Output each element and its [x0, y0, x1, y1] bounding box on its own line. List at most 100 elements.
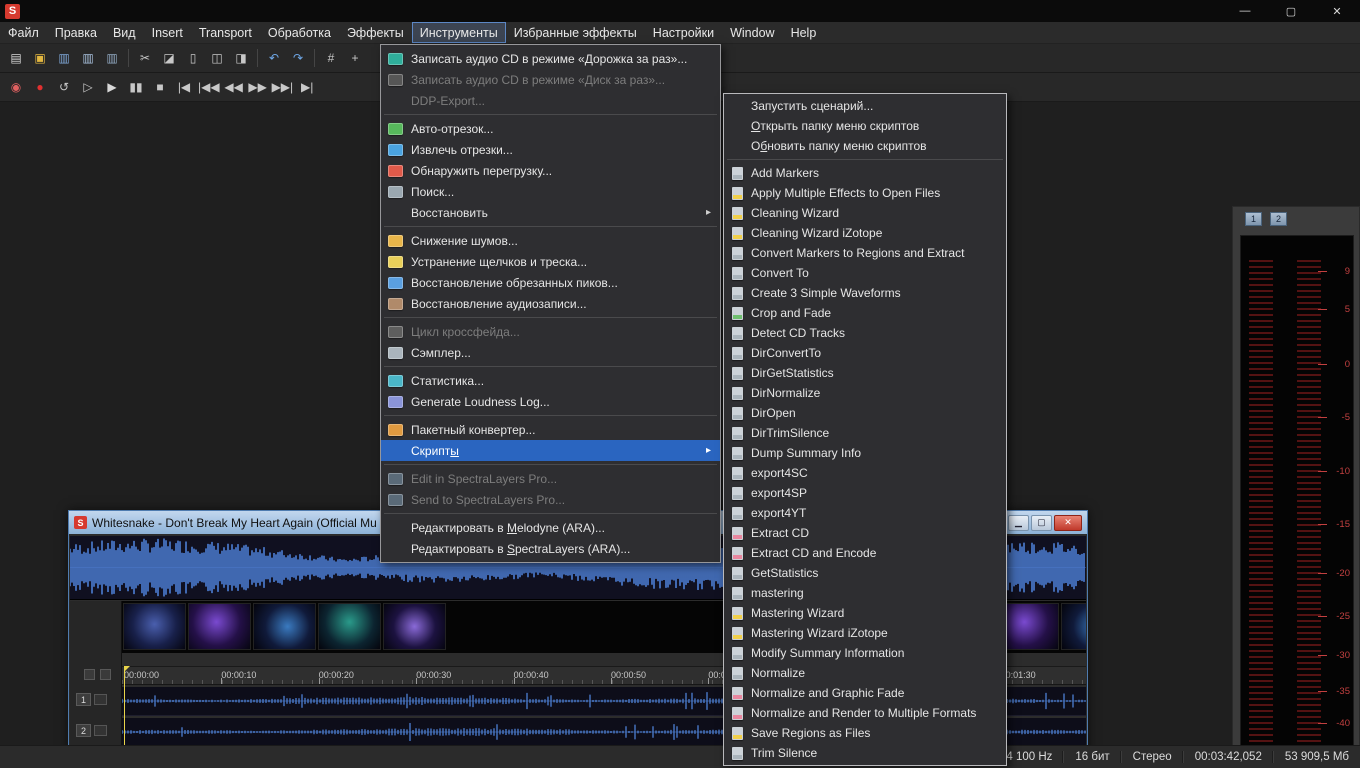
channel-2-mode-button[interactable] [94, 725, 107, 736]
menubar-item-6[interactable]: Эффекты [339, 22, 412, 43]
play-all-button[interactable]: ▷ [76, 76, 100, 98]
menubar-item-9[interactable]: Настройки [645, 22, 722, 43]
tools-menu-item-18[interactable]: Статистика... [381, 370, 720, 391]
script-item-15[interactable]: export4SC [724, 463, 1006, 483]
scripts-menu-action-1[interactable]: Открыть папку меню скриптов [724, 116, 1006, 136]
record-arm-button[interactable]: ◉ [4, 76, 28, 98]
script-item-25[interactable]: Normalize [724, 663, 1006, 683]
tools-menu-item-5[interactable]: Извлечь отрезки... [381, 139, 720, 160]
rewind-button[interactable]: ◀◀ [222, 76, 246, 98]
save-as-button[interactable]: ▥ [76, 47, 100, 69]
script-item-12[interactable]: DirOpen [724, 403, 1006, 423]
menubar-item-8[interactable]: Избранные эффекты [506, 22, 645, 43]
script-item-0[interactable]: Add Markers [724, 163, 1006, 183]
tools-menu-item-19[interactable]: Generate Loudness Log... [381, 391, 720, 412]
script-item-11[interactable]: DirNormalize [724, 383, 1006, 403]
tools-menu-item-24[interactable]: Edit in SpectraLayers Pro... [381, 468, 720, 489]
script-item-13[interactable]: DirTrimSilence [724, 423, 1006, 443]
tools-menu-item-22[interactable]: Скрипты▸ [381, 440, 720, 461]
menubar-item-4[interactable]: Transport [191, 22, 260, 43]
copy-button[interactable]: ◪ [157, 47, 181, 69]
event-tool-button[interactable]: + [343, 47, 367, 69]
menubar-item-11[interactable]: Help [783, 22, 825, 43]
script-item-10[interactable]: DirGetStatistics [724, 363, 1006, 383]
tools-menu-item-2[interactable]: DDP-Export... [381, 90, 720, 111]
render-as-button[interactable]: ▥ [100, 47, 124, 69]
go-to-end-button[interactable]: ▶| [295, 76, 319, 98]
script-item-26[interactable]: Normalize and Graphic Fade [724, 683, 1006, 703]
tools-menu-item-6[interactable]: Обнаружить перегрузку... [381, 160, 720, 181]
script-item-4[interactable]: Convert Markers to Regions and Extract [724, 243, 1006, 263]
new-file-button[interactable]: ▤ [4, 47, 28, 69]
script-item-8[interactable]: Detect CD Tracks [724, 323, 1006, 343]
script-item-2[interactable]: Cleaning Wizard [724, 203, 1006, 223]
script-item-1[interactable]: Apply Multiple Effects to Open Files [724, 183, 1006, 203]
minimize-button[interactable]: — [1222, 0, 1268, 22]
menubar-item-7[interactable]: Инструменты [412, 22, 506, 43]
script-item-18[interactable]: Extract CD [724, 523, 1006, 543]
menubar-item-3[interactable]: Insert [144, 22, 191, 43]
loop-playback-button[interactable]: ↺ [52, 76, 76, 98]
meter-body[interactable]: L R 950-5-10-15-20-25-30-35-40-50-70 [1240, 235, 1354, 768]
script-item-9[interactable]: DirConvertTo [724, 343, 1006, 363]
redo-button[interactable]: ↷ [286, 47, 310, 69]
tools-menu-item-21[interactable]: Пакетный конвертер... [381, 419, 720, 440]
script-item-17[interactable]: export4YT [724, 503, 1006, 523]
script-item-21[interactable]: mastering [724, 583, 1006, 603]
script-item-23[interactable]: Mastering Wizard iZotope [724, 623, 1006, 643]
script-item-20[interactable]: GetStatistics [724, 563, 1006, 583]
snap-grid-icon[interactable] [100, 669, 111, 680]
record-button[interactable]: ● [28, 76, 52, 98]
lock-icon[interactable] [84, 669, 95, 680]
go-to-start-button[interactable]: |◀ [172, 76, 196, 98]
script-item-24[interactable]: Modify Summary Information [724, 643, 1006, 663]
script-item-5[interactable]: Convert To [724, 263, 1006, 283]
meter-tab-2[interactable]: 2 [1270, 212, 1287, 226]
close-button[interactable]: ✕ [1314, 0, 1360, 22]
scripts-menu-action-0[interactable]: Запустить сценарий... [724, 96, 1006, 116]
doc-minimize-button[interactable]: ▁ [1008, 515, 1029, 531]
snap-button[interactable]: # [319, 47, 343, 69]
tools-menu-item-16[interactable]: Сэмплер... [381, 342, 720, 363]
forward-button[interactable]: ▶▶ [246, 76, 270, 98]
menubar-item-2[interactable]: Вид [105, 22, 144, 43]
script-item-29[interactable]: Trim Silence [724, 743, 1006, 763]
play-button[interactable]: ▶ [100, 76, 124, 98]
script-item-6[interactable]: Create 3 Simple Waveforms [724, 283, 1006, 303]
tools-menu-item-27[interactable]: Редактировать в Melodyne (ARA)... [381, 517, 720, 538]
tools-menu-item-10[interactable]: Снижение шумов... [381, 230, 720, 251]
undo-button[interactable]: ↶ [262, 47, 286, 69]
tools-menu-item-0[interactable]: Записать аудио CD в режиме «Дорожка за р… [381, 48, 720, 69]
tools-menu-item-11[interactable]: Устранение щелчков и треска... [381, 251, 720, 272]
cut-button[interactable]: ✂ [133, 47, 157, 69]
scripts-menu-action-2[interactable]: Обновить папку меню скриптов [724, 136, 1006, 156]
previous-marker-button[interactable]: |◀◀ [196, 76, 222, 98]
script-item-19[interactable]: Extract CD and Encode [724, 543, 1006, 563]
playhead-cursor[interactable] [124, 666, 125, 747]
pause-button[interactable]: ▮▮ [124, 76, 148, 98]
doc-close-button[interactable]: ✕ [1054, 515, 1082, 531]
tools-menu-item-25[interactable]: Send to SpectraLayers Pro... [381, 489, 720, 510]
script-item-27[interactable]: Normalize and Render to Multiple Formats [724, 703, 1006, 723]
paste-button[interactable]: ▯ [181, 47, 205, 69]
menubar-item-5[interactable]: Обработка [260, 22, 339, 43]
maximize-button[interactable]: ▢ [1268, 0, 1314, 22]
tools-menu-item-4[interactable]: Авто-отрезок... [381, 118, 720, 139]
script-item-7[interactable]: Crop and Fade [724, 303, 1006, 323]
script-item-28[interactable]: Save Regions as Files [724, 723, 1006, 743]
mix-button[interactable]: ◨ [229, 47, 253, 69]
tools-menu-item-1[interactable]: Записать аудио CD в режиме «Диск за раз»… [381, 69, 720, 90]
meter-tab-1[interactable]: 1 [1245, 212, 1262, 226]
tools-menu-item-7[interactable]: Поиск... [381, 181, 720, 202]
channel-2-button[interactable]: 2 [76, 724, 91, 737]
channel-1-button[interactable]: 1 [76, 693, 91, 706]
tools-menu-item-13[interactable]: Восстановление аудиозаписи... [381, 293, 720, 314]
open-button[interactable]: ▣ [28, 47, 52, 69]
menubar-item-10[interactable]: Window [722, 22, 782, 43]
menubar-item-1[interactable]: Правка [47, 22, 105, 43]
script-item-14[interactable]: Dump Summary Info [724, 443, 1006, 463]
next-marker-button[interactable]: ▶▶| [270, 76, 296, 98]
tools-menu-item-8[interactable]: Восстановить▸ [381, 202, 720, 223]
tools-menu-item-12[interactable]: Восстановление обрезанных пиков... [381, 272, 720, 293]
tools-menu-item-28[interactable]: Редактировать в SpectraLayers (ARA)... [381, 538, 720, 559]
